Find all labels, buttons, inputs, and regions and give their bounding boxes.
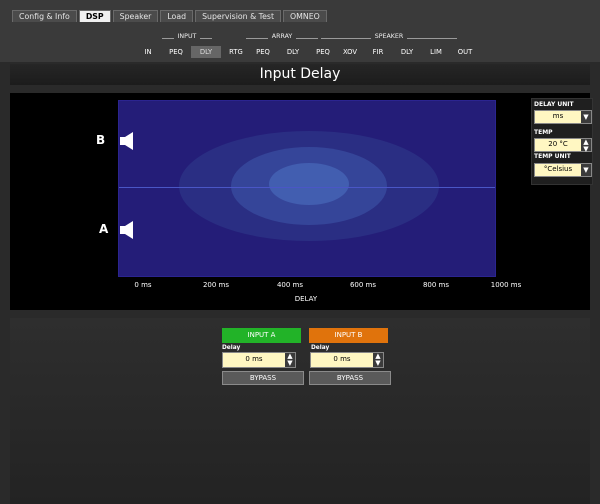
- nav-rtg[interactable]: RTG: [223, 46, 249, 58]
- bypass-button[interactable]: BYPASS: [309, 371, 391, 385]
- spinner-icon[interactable]: ▲ ▼: [581, 139, 591, 153]
- nav-dly-array[interactable]: DLY: [282, 46, 304, 58]
- x-axis-label: DELAY: [294, 295, 318, 303]
- temp-unit-value: °Celsius: [543, 165, 573, 173]
- temp-stepper[interactable]: 20 °C ▲ ▼: [534, 138, 592, 153]
- input-b-delay-value: 0 ms: [333, 355, 351, 363]
- input-b-delay-field[interactable]: 0 ms ▲ ▼: [310, 352, 384, 368]
- delay-unit-value: ms: [552, 112, 564, 120]
- delay-unit-select[interactable]: ms ▼: [534, 110, 592, 124]
- speaker-label-a: A: [99, 222, 109, 236]
- temp-unit-label: TEMP UNIT: [534, 153, 571, 160]
- chevron-down-icon[interactable]: ▼: [581, 164, 591, 176]
- nav-peq-speaker[interactable]: PEQ: [312, 46, 334, 58]
- chevron-down-icon[interactable]: ▼: [581, 111, 591, 123]
- x-tick-label: 200 ms: [202, 281, 230, 289]
- temp-unit-select[interactable]: °Celsius ▼: [534, 163, 592, 177]
- delay-plot[interactable]: [118, 100, 496, 277]
- nav-peq-array[interactable]: PEQ: [252, 46, 274, 58]
- input-a-delay-value: 0 ms: [245, 355, 263, 363]
- settings-panel: DELAY UNIT ms ▼ TEMP 20 °C ▲ ▼ TEMP UNIT …: [531, 98, 593, 185]
- x-tick-label: 600 ms: [349, 281, 377, 289]
- spinner-icon[interactable]: ▲ ▼: [373, 353, 383, 367]
- nav-dly-input[interactable]: DLY: [191, 46, 221, 58]
- delay-unit-label: DELAY UNIT: [534, 101, 574, 108]
- temp-label: TEMP: [534, 129, 553, 136]
- plot-guide-line: [119, 187, 495, 188]
- x-tick-label: 400 ms: [276, 281, 304, 289]
- input-a-delay-field[interactable]: 0 ms ▲ ▼: [222, 352, 296, 368]
- delay-label-b: Delay: [311, 345, 330, 351]
- nav-fir[interactable]: FIR: [368, 46, 388, 58]
- x-tick-label: 1000 ms: [490, 281, 522, 289]
- spinner-icon[interactable]: ▲ ▼: [285, 353, 295, 367]
- nav-in[interactable]: IN: [138, 46, 158, 58]
- group-array: ARRAY: [246, 33, 318, 43]
- nav-dly-speaker[interactable]: DLY: [396, 46, 418, 58]
- x-tick-label: 0 ms: [134, 281, 152, 289]
- group-speaker: SPEAKER: [321, 33, 457, 43]
- input-a-button[interactable]: INPUT A: [222, 328, 301, 343]
- nav-peq-input[interactable]: PEQ: [165, 46, 187, 58]
- title-bar: Input Delay: [10, 64, 590, 85]
- speaker-label-b: B: [96, 133, 106, 147]
- speaker-icon[interactable]: [120, 130, 138, 152]
- delay-label-a: Delay: [222, 345, 241, 351]
- temp-value: 20 °C: [548, 140, 568, 148]
- x-tick-label: 800 ms: [422, 281, 450, 289]
- page-title: Input Delay: [259, 66, 341, 82]
- input-b-button[interactable]: INPUT B: [309, 328, 388, 343]
- nav-xov[interactable]: XOV: [339, 46, 361, 58]
- group-input: INPUT: [162, 33, 212, 43]
- control-area: [10, 318, 590, 504]
- nav-out[interactable]: OUT: [454, 46, 476, 58]
- bypass-button[interactable]: BYPASS: [222, 371, 304, 385]
- speaker-icon[interactable]: [120, 219, 138, 241]
- nav-lim[interactable]: LIM: [425, 46, 447, 58]
- plot-glow: [269, 163, 349, 205]
